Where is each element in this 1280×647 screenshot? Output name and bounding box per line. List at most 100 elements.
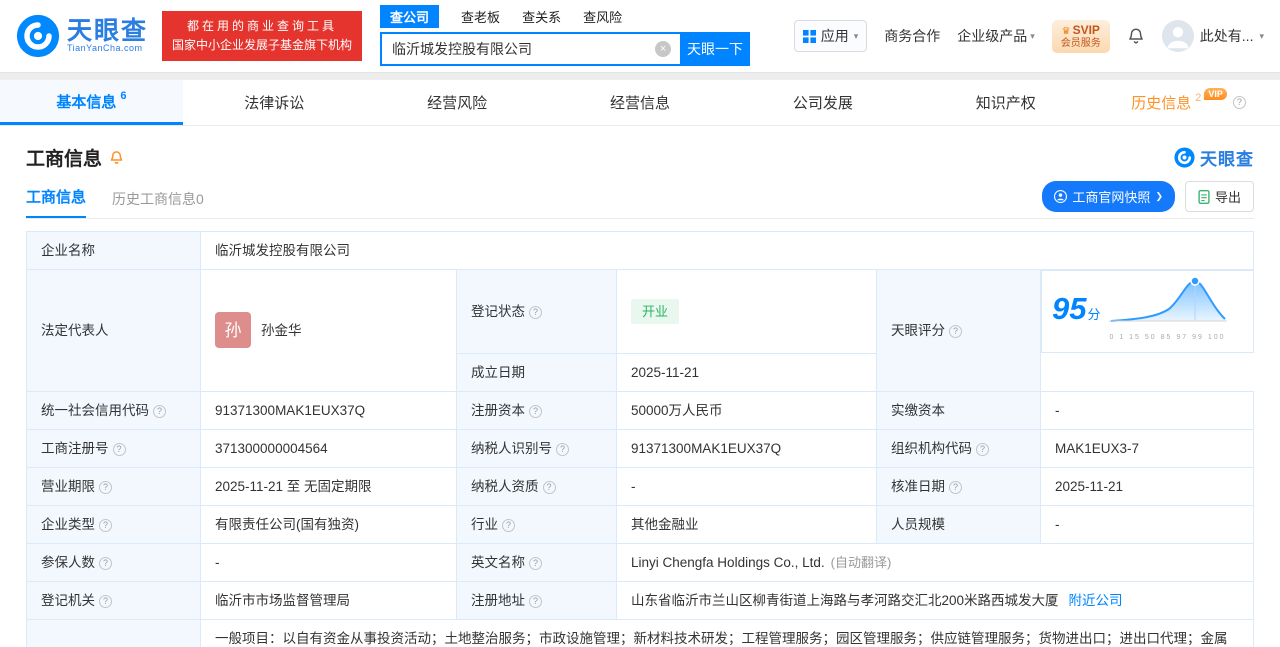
search-button[interactable]: 天眼一下 (680, 32, 750, 66)
nearby-companies-link[interactable]: 附近公司 (1069, 593, 1123, 608)
field-label: 登记状态 (457, 270, 617, 354)
user-account-menu[interactable]: 此处有... (1162, 20, 1264, 52)
header-right-nav: 应用 商务合作 企业级产品 SVIP 会员服务 此处有... (794, 20, 1264, 53)
tianyancha-watermark: 天眼查 (1174, 145, 1254, 170)
brand-slogan: 都在用的商业查询工具 国家中小企业发展子基金旗下机构 (162, 11, 362, 61)
field-value: 其他金融业 (617, 505, 877, 543)
table-row: 工商注册号 371300000004564 纳税人识别号 91371300MAK… (27, 429, 1254, 467)
tianyancha-logo[interactable]: 天眼查 TianYanCha.com (16, 14, 148, 58)
svip-member-badge[interactable]: SVIP 会员服务 (1052, 20, 1110, 53)
field-label: 企业类型 (27, 505, 201, 543)
value-text: 91371300MAK1EUX37Q (215, 403, 365, 418)
field-value: 开业 (617, 270, 877, 354)
legal-rep-name-link[interactable]: 孙金华 (261, 320, 302, 341)
notification-bell-icon[interactable] (1127, 26, 1145, 46)
tab-basic-info[interactable]: 基本信息 6 (0, 80, 183, 125)
subtab-business-info[interactable]: 工商信息 (26, 186, 86, 218)
help-icon[interactable] (529, 557, 542, 570)
bell-icon (1127, 26, 1145, 46)
nav-business-cooperation[interactable]: 商务合作 (884, 26, 940, 46)
field-label: 核准日期 (877, 467, 1041, 505)
clear-search-icon[interactable] (655, 41, 671, 57)
value-text: 50000万人民币 (631, 403, 723, 418)
help-icon[interactable] (153, 405, 166, 418)
help-icon[interactable] (113, 443, 126, 456)
label-text: 法定代表人 (41, 323, 109, 338)
status-badge: 开业 (631, 299, 679, 324)
legal-rep-avatar[interactable]: 孙 (215, 312, 251, 348)
tab-operating-info[interactable]: 经营信息 (549, 80, 732, 125)
value-text: 2025-11-21 至 无固定期限 (215, 479, 372, 494)
field-label: 实缴资本 (877, 391, 1041, 429)
slogan-line1: 都在用的商业查询工具 (172, 17, 352, 36)
help-icon[interactable] (543, 481, 556, 494)
apps-grid-icon (803, 30, 816, 43)
search-input[interactable] (380, 32, 680, 66)
monitor-bell-icon[interactable] (109, 149, 124, 166)
search-tab-risk[interactable]: 查风险 (583, 7, 622, 26)
help-icon[interactable] (99, 519, 112, 532)
help-icon[interactable] (99, 595, 112, 608)
value-text: - (631, 479, 636, 494)
label-text: 工商注册号 (41, 441, 109, 456)
help-icon[interactable] (502, 519, 515, 532)
score-value: 95 (1052, 291, 1086, 326)
help-icon[interactable] (99, 481, 112, 494)
score-cell: 95分 (1041, 270, 1254, 353)
label-text: 企业名称 (41, 243, 95, 258)
help-icon[interactable] (529, 405, 542, 418)
svip-label: SVIP (1073, 23, 1100, 37)
score-curve-icon (1109, 275, 1227, 327)
field-label: 成立日期 (457, 353, 617, 391)
search-tab-boss[interactable]: 查老板 (461, 7, 500, 26)
field-value: - (201, 543, 457, 581)
help-icon[interactable] (529, 306, 542, 319)
tab-label: 知识产权 (976, 92, 1036, 113)
field-label: 经营范围 (27, 619, 201, 647)
label-text: 组织机构代码 (891, 441, 972, 456)
tab-company-development[interactable]: 公司发展 (731, 80, 914, 125)
field-label: 英文名称 (457, 543, 617, 581)
tab-intellectual-property[interactable]: 知识产权 (914, 80, 1097, 125)
tab-legal-proceedings[interactable]: 法律诉讼 (183, 80, 366, 125)
label-text: 参保人数 (41, 555, 95, 570)
field-value: 50000万人民币 (617, 391, 877, 429)
label-text: 纳税人资质 (471, 479, 539, 494)
label-text: 统一社会信用代码 (41, 403, 149, 418)
search-tab-company[interactable]: 查公司 (380, 5, 439, 28)
field-value: 有限责任公司(国有独资) (201, 505, 457, 543)
help-icon[interactable] (949, 481, 962, 494)
table-row: 企业名称 临沂城发控股有限公司 (27, 232, 1254, 270)
nav-enterprise-products[interactable]: 企业级产品 (957, 26, 1035, 46)
help-icon[interactable] (976, 443, 989, 456)
business-info-table: 企业名称 临沂城发控股有限公司 法定代表人 孙 孙金华 登记状态 开业 天眼评分… (26, 231, 1254, 647)
chevron-down-icon (854, 31, 859, 42)
tab-label: 历史信息 (1131, 92, 1191, 113)
help-icon[interactable] (556, 443, 569, 456)
section-header: 工商信息 天眼查 (26, 144, 1254, 171)
field-label: 注册地址 (457, 581, 617, 619)
search-tab-relation[interactable]: 查关系 (522, 7, 561, 26)
field-label: 天眼评分 (877, 270, 1041, 392)
value-text: - (1055, 517, 1060, 532)
field-label: 纳税人识别号 (457, 429, 617, 467)
help-icon[interactable] (529, 595, 542, 608)
help-icon[interactable] (1233, 96, 1246, 109)
help-icon[interactable] (949, 325, 962, 338)
tab-operating-risk[interactable]: 经营风险 (366, 80, 549, 125)
official-snapshot-button[interactable]: 工商官网快照 (1042, 181, 1175, 212)
table-row: 企业类型 有限责任公司(国有独资) 行业 其他金融业 人员规模 - (27, 505, 1254, 543)
export-button[interactable]: 导出 (1185, 181, 1254, 212)
top-header: 天眼查 TianYanCha.com 都在用的商业查询工具 国家中小企业发展子基… (0, 0, 1280, 72)
auto-translate-note: (自动翻译) (831, 555, 892, 570)
subtab-history-business-info[interactable]: 历史工商信息0 (112, 189, 204, 218)
value-text: - (215, 555, 220, 570)
help-icon[interactable] (99, 557, 112, 570)
apps-menu[interactable]: 应用 (794, 20, 868, 52)
table-row: 营业期限 2025-11-21 至 无固定期限 纳税人资质 - 核准日期 202… (27, 467, 1254, 505)
logo-en: TianYanCha.com (67, 44, 148, 53)
search-box (380, 32, 680, 66)
table-row: 统一社会信用代码 91371300MAK1EUX37Q 注册资本 50000万人… (27, 391, 1254, 429)
tab-history-info[interactable]: 历史信息 2 VIP (1097, 80, 1280, 125)
score-chart: 0 1 15 50 85 97 99 100 (1109, 275, 1227, 348)
